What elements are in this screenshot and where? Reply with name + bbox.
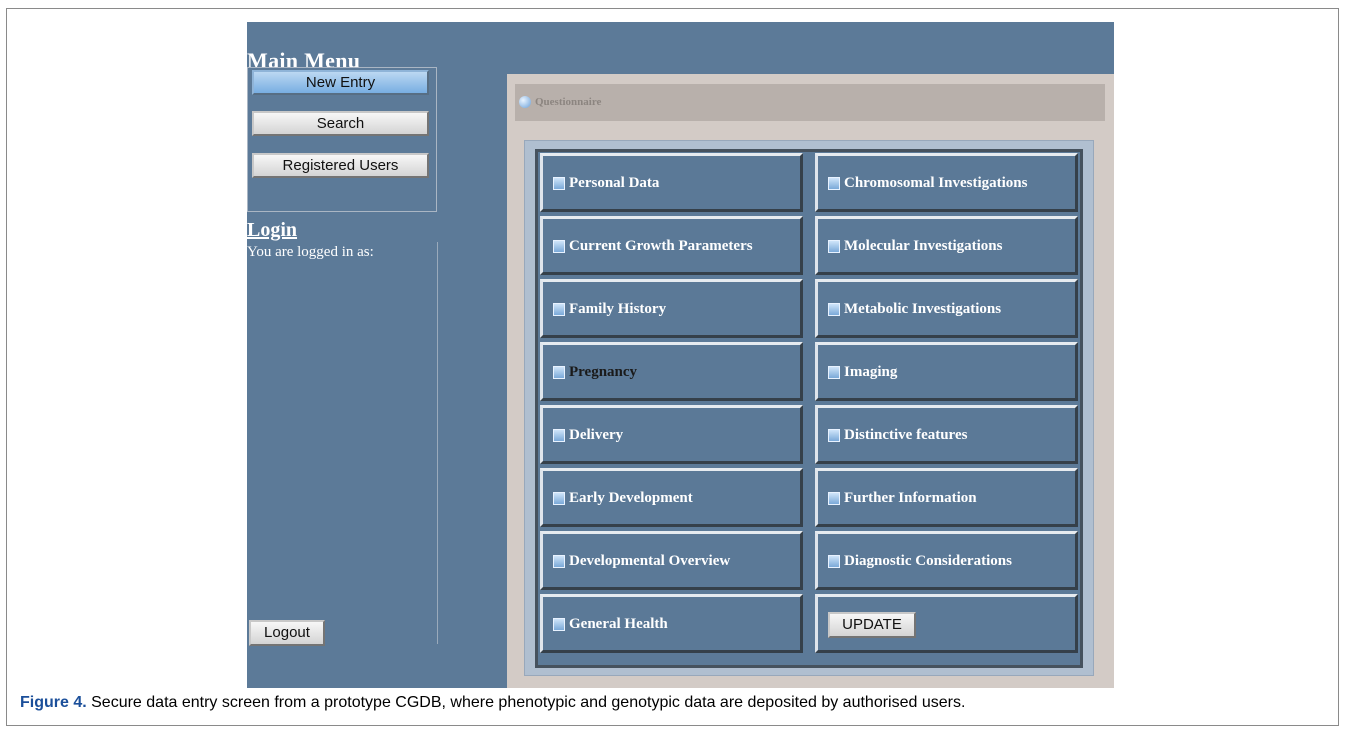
search-button[interactable]: Search: [252, 111, 429, 136]
section-label: Personal Data: [569, 175, 660, 191]
section-icon: [553, 429, 565, 442]
section-molecular-investigations[interactable]: Molecular Investigations: [815, 216, 1078, 275]
section-icon: [553, 240, 565, 253]
app-screen: Main Menu New Entry Search Registered Us…: [247, 22, 1114, 688]
login-status: You are logged in as:: [247, 244, 374, 260]
section-imaging[interactable]: Imaging: [815, 342, 1078, 401]
registered-users-button[interactable]: Registered Users: [252, 153, 429, 178]
section-label: Family History: [569, 301, 667, 317]
section-icon: [553, 366, 565, 379]
section-icon: [553, 177, 565, 190]
questionnaire-grid: Personal Data Current Growth Parameters …: [535, 149, 1083, 668]
questionnaire-title: Questionnaire: [535, 96, 602, 108]
section-label: Further Information: [844, 490, 977, 506]
update-cell: UPDATE: [815, 594, 1078, 653]
section-metabolic-investigations[interactable]: Metabolic Investigations: [815, 279, 1078, 338]
main-menu: New Entry Search Registered Users: [247, 67, 437, 212]
section-label: Current Growth Parameters: [569, 238, 753, 254]
section-diagnostic-considerations[interactable]: Diagnostic Considerations: [815, 531, 1078, 590]
caption-text: Secure data entry screen from a prototyp…: [86, 694, 966, 711]
section-icon: [828, 429, 840, 442]
section-icon: [828, 303, 840, 316]
section-label: Pregnancy: [569, 364, 638, 380]
section-icon: [553, 303, 565, 316]
section-icon: [828, 177, 840, 190]
section-icon: [828, 240, 840, 253]
section-pregnancy[interactable]: Pregnancy: [540, 342, 803, 401]
logout-button[interactable]: Logout: [249, 620, 325, 646]
bullet-icon: [519, 96, 531, 108]
section-label: Diagnostic Considerations: [844, 553, 1012, 569]
section-label: Chromosomal Investigations: [844, 175, 1028, 191]
section-personal-data[interactable]: Personal Data: [540, 153, 803, 212]
section-current-growth-parameters[interactable]: Current Growth Parameters: [540, 216, 803, 275]
section-icon: [828, 555, 840, 568]
section-label: Early Development: [569, 490, 693, 506]
section-label: General Health: [569, 616, 668, 632]
section-developmental-overview[interactable]: Developmental Overview: [540, 531, 803, 590]
section-label: Imaging: [844, 364, 898, 380]
section-icon: [828, 492, 840, 505]
section-icon: [553, 618, 565, 631]
section-label: Distinctive features: [844, 427, 968, 443]
questionnaire-grid-frame: Personal Data Current Growth Parameters …: [524, 140, 1094, 676]
section-chromosomal-investigations[interactable]: Chromosomal Investigations: [815, 153, 1078, 212]
section-distinctive-features[interactable]: Distinctive features: [815, 405, 1078, 464]
section-further-information[interactable]: Further Information: [815, 468, 1078, 527]
section-family-history[interactable]: Family History: [540, 279, 803, 338]
login-title[interactable]: Login: [247, 219, 297, 242]
section-label: Metabolic Investigations: [844, 301, 1002, 317]
section-delivery[interactable]: Delivery: [540, 405, 803, 464]
section-early-development[interactable]: Early Development: [540, 468, 803, 527]
section-icon: [828, 366, 840, 379]
section-label: Delivery: [569, 427, 624, 443]
sidebar-divider: [437, 242, 438, 644]
questionnaire-header: Questionnaire: [515, 84, 1105, 121]
section-icon: [553, 555, 565, 568]
section-label: Developmental Overview: [569, 553, 731, 569]
section-general-health[interactable]: General Health: [540, 594, 803, 653]
section-icon: [553, 492, 565, 505]
questionnaire-panel: Questionnaire Personal Data Current Grow…: [507, 74, 1114, 688]
figure-label: Figure 4.: [20, 694, 87, 711]
section-label: Molecular Investigations: [844, 238, 1003, 254]
new-entry-button[interactable]: New Entry: [252, 70, 429, 95]
figure-caption: Figure 4. Secure data entry screen from …: [20, 694, 965, 712]
update-button[interactable]: UPDATE: [828, 612, 916, 638]
